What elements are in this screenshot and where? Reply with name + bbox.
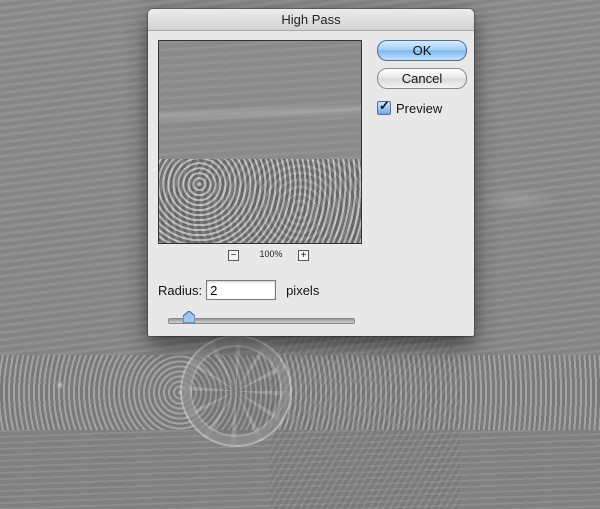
- radius-input[interactable]: [206, 280, 277, 300]
- filter-preview-pane[interactable]: [158, 40, 362, 244]
- preview-checkbox[interactable]: ✓ Preview: [377, 98, 443, 116]
- triangle-thumb-icon[interactable]: [182, 311, 195, 323]
- radius-row: Radius: pixels: [158, 279, 319, 301]
- preview-checkbox-label: Preview: [396, 100, 443, 116]
- canvas-figure-shape: [270, 330, 460, 509]
- preview-checkbox-box[interactable]: ✓: [377, 98, 391, 115]
- units-label: pixels: [286, 282, 320, 298]
- zoom-level: 100%: [259, 249, 283, 259]
- zoom-controls: − 100% +: [158, 249, 362, 263]
- zoom-in-button[interactable]: +: [298, 250, 309, 261]
- cancel-button[interactable]: Cancel: [377, 68, 467, 89]
- zoom-out-button[interactable]: −: [228, 250, 239, 261]
- minus-icon: −: [230, 250, 237, 261]
- checkmark-icon: ✓: [379, 98, 390, 113]
- high-pass-dialog: High Pass − 100% + OK Cancel ✓ Preview R…: [148, 9, 474, 336]
- preview-sky: [159, 41, 361, 159]
- radius-label: Radius:: [158, 282, 203, 298]
- ok-button[interactable]: OK: [377, 40, 467, 61]
- preview-rocks: [159, 159, 361, 243]
- radius-slider-track[interactable]: [168, 318, 355, 324]
- dialog-title[interactable]: High Pass: [148, 9, 474, 31]
- plus-icon: +: [300, 250, 307, 261]
